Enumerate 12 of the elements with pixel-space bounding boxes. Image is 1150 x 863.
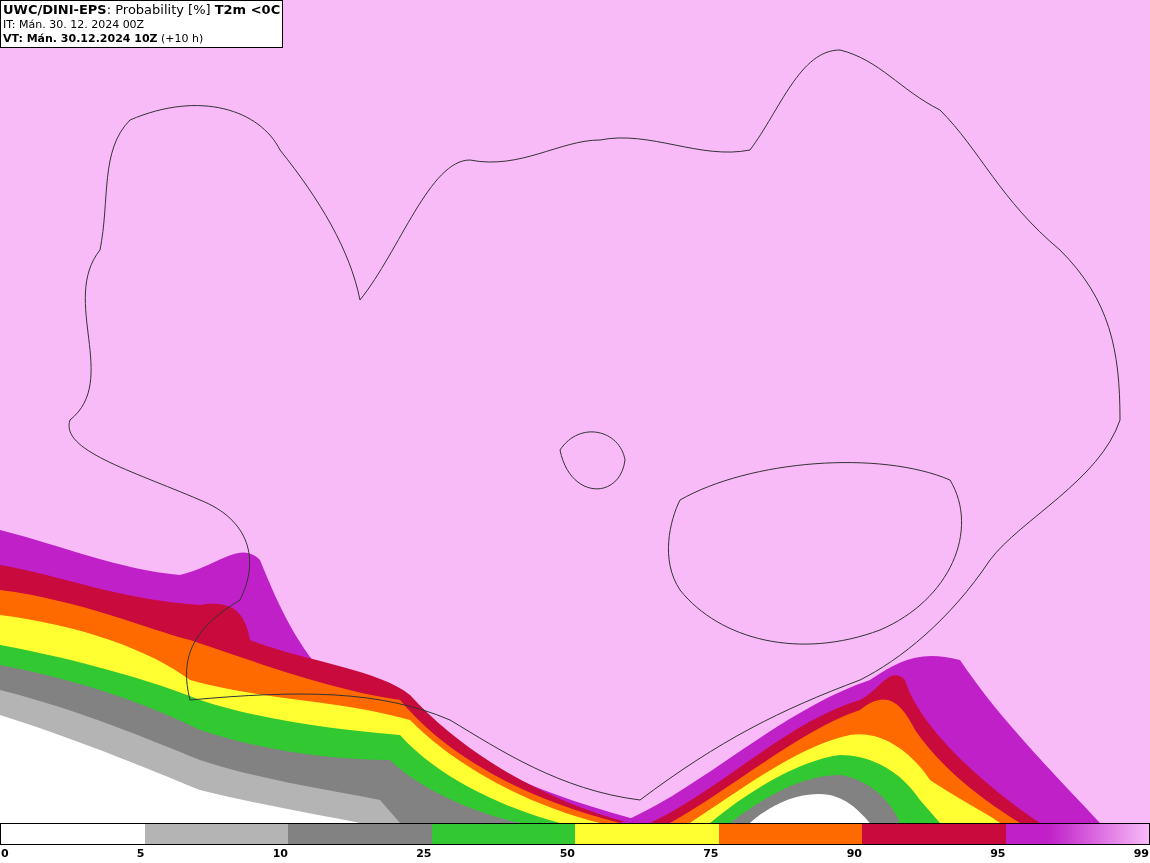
- legend-tick-label: 25: [416, 846, 432, 862]
- legend-tick-label: 5: [136, 846, 145, 862]
- title-line: IT: Mán. 30. 12. 2024 00Z: [3, 18, 146, 32]
- legend-tick-label: 75: [703, 846, 719, 862]
- legend-tick-label: 0: [1, 846, 9, 862]
- title-line: UWC/DINI-EPS: Probability [%] T2m <0C: [3, 2, 281, 18]
- legend-tick-label: 95: [990, 846, 1006, 862]
- legend-tick-label: 10: [272, 846, 288, 862]
- legend-tick-label: 99: [1133, 846, 1149, 862]
- legend-tick-label: 90: [846, 846, 862, 862]
- title-line: VT: Mán. 30.12.2024 10Z (+10 h): [3, 32, 205, 46]
- legend-tick-label: 50: [559, 846, 575, 862]
